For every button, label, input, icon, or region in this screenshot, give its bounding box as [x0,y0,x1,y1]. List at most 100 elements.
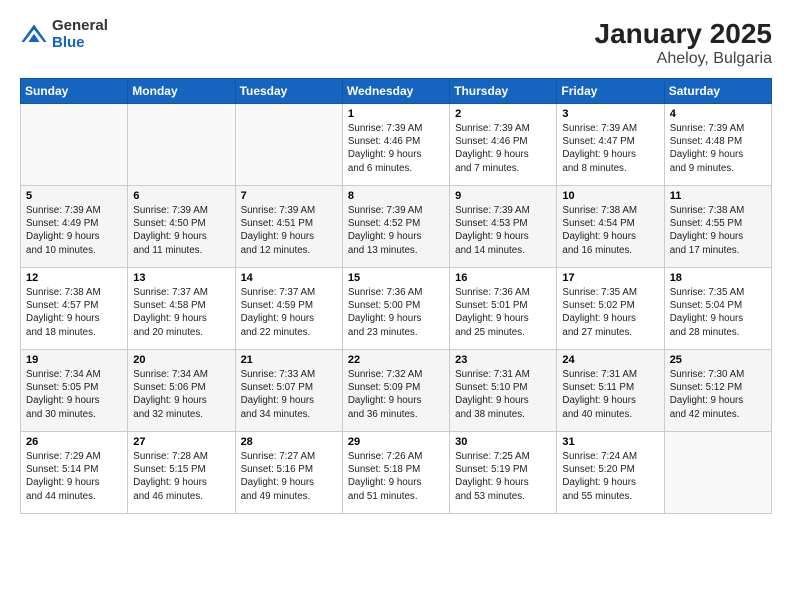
day-detail: Sunrise: 7:34 AMSunset: 5:05 PMDaylight:… [26,368,122,421]
day-detail: Sunrise: 7:36 AMSunset: 5:01 PMDaylight:… [455,286,551,339]
day-number: 28 [241,436,337,448]
calendar-day-15: 15 Sunrise: 7:36 AMSunset: 5:00 PMDayligh… [342,268,449,350]
calendar-day-24: 24 Sunrise: 7:31 AMSunset: 5:11 PMDayligh… [557,350,664,432]
logo: General Blue [20,18,108,51]
calendar-day-22: 22 Sunrise: 7:32 AMSunset: 5:09 PMDayligh… [342,350,449,432]
day-number: 3 [562,108,658,120]
calendar-day-14: 14 Sunrise: 7:37 AMSunset: 4:59 PMDayligh… [235,268,342,350]
calendar-week-row: 26 Sunrise: 7:29 AMSunset: 5:14 PMDayligh… [21,432,772,514]
day-header-thursday: Thursday [450,79,557,104]
calendar-week-row: 5 Sunrise: 7:39 AMSunset: 4:49 PMDaylight… [21,186,772,268]
calendar-title: January 2025 [595,18,772,50]
day-number: 21 [241,354,337,366]
calendar-day-12: 12Sunrise: 7:38 AMSunset: 4:57 PMDayligh… [21,268,128,350]
day-number: 11 [670,190,766,202]
logo-icon [20,21,48,49]
day-detail: Sunrise: 7:31 AMSunset: 5:11 PMDaylight:… [562,368,658,421]
day-header-wednesday: Wednesday [342,79,449,104]
calendar-day-26: 26 Sunrise: 7:29 AMSunset: 5:14 PMDayligh… [21,432,128,514]
day-detail: Sunrise: 7:38 AMSunset: 4:55 PMDaylight:… [670,204,766,257]
day-detail: Sunrise: 7:31 AMSunset: 5:10 PMDaylight:… [455,368,551,421]
calendar-day-17: 17 Sunrise: 7:35 AMSunset: 5:02 PMDayligh… [557,268,664,350]
day-detail: Sunrise: 7:26 AMSunset: 5:18 PMDaylight:… [348,450,444,503]
day-detail: Sunrise: 7:35 AMSunset: 5:04 PMDaylight:… [670,286,766,339]
day-number: 19 [26,354,122,366]
calendar-week-row: 19 Sunrise: 7:34 AMSunset: 5:05 PMDayligh… [21,350,772,432]
calendar-day-18: 18Sunrise: 7:35 AMSunset: 5:04 PMDayligh… [664,268,771,350]
day-header-friday: Friday [557,79,664,104]
calendar-day-27: 27Sunrise: 7:28 AMSunset: 5:15 PMDayligh… [128,432,235,514]
day-detail: Sunrise: 7:36 AMSunset: 5:00 PMDaylight:… [348,286,444,339]
day-number: 16 [455,272,551,284]
calendar-day-19: 19 Sunrise: 7:34 AMSunset: 5:05 PMDayligh… [21,350,128,432]
day-number: 4 [670,108,766,120]
day-detail: Sunrise: 7:30 AMSunset: 5:12 PMDaylight:… [670,368,766,421]
day-number: 8 [348,190,444,202]
calendar-day-13: 13Sunrise: 7:37 AMSunset: 4:58 PMDayligh… [128,268,235,350]
day-detail: Sunrise: 7:39 AMSunset: 4:46 PMDaylight:… [348,122,444,175]
logo-text: General Blue [52,18,108,51]
day-number: 15 [348,272,444,284]
day-detail: Sunrise: 7:39 AMSunset: 4:50 PMDaylight:… [133,204,229,257]
day-detail: Sunrise: 7:35 AMSunset: 5:02 PMDaylight:… [562,286,658,339]
day-number: 25 [670,354,766,366]
calendar-week-row: 1Sunrise: 7:39 AMSunset: 4:46 PMDaylight… [21,104,772,186]
empty-day [664,432,771,514]
day-number: 14 [241,272,337,284]
empty-day [128,104,235,186]
calendar-day-10: 10 Sunrise: 7:38 AMSunset: 4:54 PMDayligh… [557,186,664,268]
day-number: 10 [562,190,658,202]
calendar-subtitle: Aheloy, Bulgaria [595,50,772,68]
empty-day [235,104,342,186]
day-number: 2 [455,108,551,120]
day-header-sunday: Sunday [21,79,128,104]
day-detail: Sunrise: 7:32 AMSunset: 5:09 PMDaylight:… [348,368,444,421]
empty-day [21,104,128,186]
day-detail: Sunrise: 7:37 AMSunset: 4:58 PMDaylight:… [133,286,229,339]
calendar-day-31: 31Sunrise: 7:24 AMSunset: 5:20 PMDayligh… [557,432,664,514]
day-detail: Sunrise: 7:39 AMSunset: 4:51 PMDaylight:… [241,204,337,257]
day-number: 22 [348,354,444,366]
title-block: January 2025 Aheloy, Bulgaria [595,18,772,68]
calendar-day-25: 25 Sunrise: 7:30 AMSunset: 5:12 PMDayligh… [664,350,771,432]
day-number: 7 [241,190,337,202]
day-number: 24 [562,354,658,366]
logo-general: General [52,18,108,35]
calendar-day-1: 1Sunrise: 7:39 AMSunset: 4:46 PMDaylight… [342,104,449,186]
day-detail: Sunrise: 7:37 AMSunset: 4:59 PMDaylight:… [241,286,337,339]
day-number: 6 [133,190,229,202]
day-detail: Sunrise: 7:39 AMSunset: 4:53 PMDaylight:… [455,204,551,257]
calendar-day-21: 21Sunrise: 7:33 AMSunset: 5:07 PMDayligh… [235,350,342,432]
day-detail: Sunrise: 7:34 AMSunset: 5:06 PMDaylight:… [133,368,229,421]
day-number: 23 [455,354,551,366]
day-detail: Sunrise: 7:38 AMSunset: 4:54 PMDaylight:… [562,204,658,257]
calendar-day-30: 30 Sunrise: 7:25 AMSunset: 5:19 PMDayligh… [450,432,557,514]
day-detail: Sunrise: 7:28 AMSunset: 5:15 PMDaylight:… [133,450,229,503]
calendar-day-11: 11 Sunrise: 7:38 AMSunset: 4:55 PMDayligh… [664,186,771,268]
day-number: 31 [562,436,658,448]
calendar-day-4: 4Sunrise: 7:39 AMSunset: 4:48 PMDaylight… [664,104,771,186]
day-number: 17 [562,272,658,284]
header: General Blue January 2025 Aheloy, Bulgar… [20,18,772,68]
day-detail: Sunrise: 7:29 AMSunset: 5:14 PMDaylight:… [26,450,122,503]
calendar-table: SundayMondayTuesdayWednesdayThursdayFrid… [20,78,772,514]
day-number: 30 [455,436,551,448]
calendar-day-16: 16 Sunrise: 7:36 AMSunset: 5:01 PMDayligh… [450,268,557,350]
day-detail: Sunrise: 7:39 AMSunset: 4:46 PMDaylight:… [455,122,551,175]
calendar-day-3: 3Sunrise: 7:39 AMSunset: 4:47 PMDaylight… [557,104,664,186]
day-number: 5 [26,190,122,202]
logo-blue: Blue [52,35,108,52]
page: General Blue January 2025 Aheloy, Bulgar… [0,0,792,612]
calendar-day-2: 2 Sunrise: 7:39 AMSunset: 4:46 PMDaylight… [450,104,557,186]
day-header-saturday: Saturday [664,79,771,104]
day-detail: Sunrise: 7:27 AMSunset: 5:16 PMDaylight:… [241,450,337,503]
day-number: 9 [455,190,551,202]
day-detail: Sunrise: 7:39 AMSunset: 4:49 PMDaylight:… [26,204,122,257]
day-number: 26 [26,436,122,448]
calendar-day-6: 6 Sunrise: 7:39 AMSunset: 4:50 PMDaylight… [128,186,235,268]
calendar-day-28: 28 Sunrise: 7:27 AMSunset: 5:16 PMDayligh… [235,432,342,514]
day-detail: Sunrise: 7:39 AMSunset: 4:52 PMDaylight:… [348,204,444,257]
day-detail: Sunrise: 7:25 AMSunset: 5:19 PMDaylight:… [455,450,551,503]
day-detail: Sunrise: 7:38 AMSunset: 4:57 PMDaylight:… [26,286,122,339]
calendar-day-20: 20Sunrise: 7:34 AMSunset: 5:06 PMDayligh… [128,350,235,432]
